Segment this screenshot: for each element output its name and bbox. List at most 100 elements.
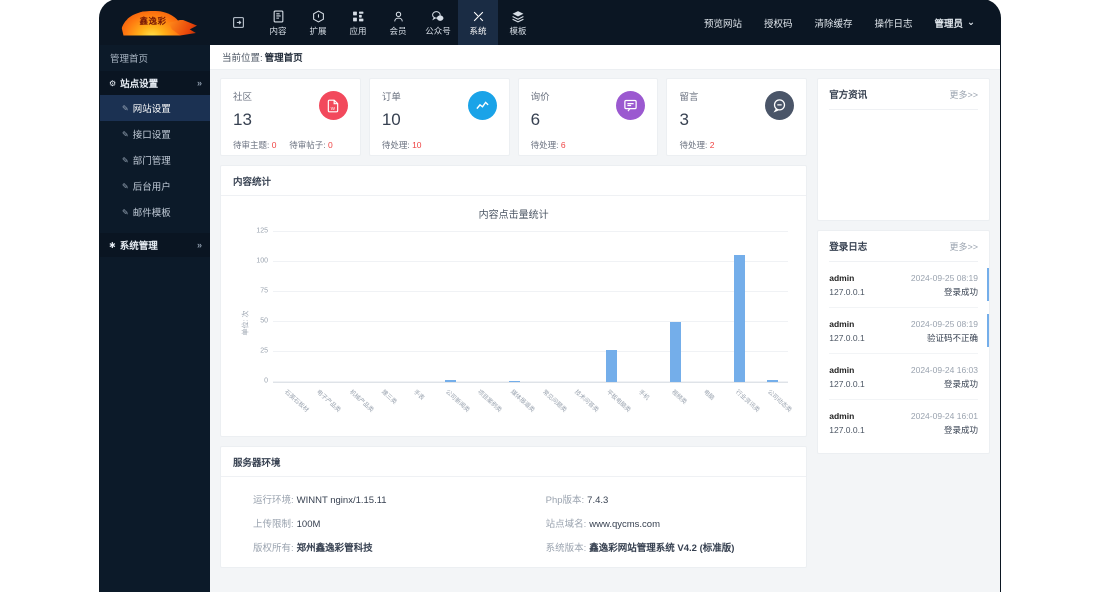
server-env-value: 100M xyxy=(296,519,321,530)
stat-card-orders[interactable]: 订单 10 待处理: 10 xyxy=(368,78,510,156)
nav-item-system[interactable]: 系统 xyxy=(458,0,498,45)
user-menu[interactable]: 管理员 ⌄ xyxy=(924,0,986,45)
preview-site-link[interactable]: 预览网站 xyxy=(693,0,753,45)
login-log-right: 2024-09-25 08:19 验证码不正确 xyxy=(911,317,978,345)
panel-title: 内容统计 xyxy=(233,176,272,188)
stat-card-community[interactable]: 社区 13 待审主题: 0 待审帖子: 0 W xyxy=(220,78,361,156)
login-log-time: 2024-09-25 08:19 xyxy=(910,319,978,329)
sidebar-group-system-management[interactable]: ✱ 系统管理 » xyxy=(100,233,210,257)
breadcrumb-current: 管理首页 xyxy=(264,53,303,64)
nav-item-template[interactable]: 模板 xyxy=(498,0,538,45)
login-log-left: admin 127.0.0.1 xyxy=(829,363,864,391)
click-statistics-chart: 内容点击量统计 单位: 次 0 25 50 75 100 125 石英石板材 电子产品类 机械… xyxy=(221,196,806,436)
chart-x-label-slot: 常见问题类 xyxy=(531,385,567,421)
login-log-user: admin xyxy=(829,273,855,283)
chart-bar[interactable] xyxy=(509,380,521,382)
sidebar-item-label: 部门管理 xyxy=(132,156,171,167)
app-logo[interactable]: 鑫逸彩 xyxy=(100,0,218,45)
login-log-left: admin 127.0.0.1 xyxy=(829,317,864,345)
sidebar-item-website-settings[interactable]: ✎ 网站设置 xyxy=(100,95,210,121)
edit-icon: ✎ xyxy=(122,103,129,113)
nav-item-extension[interactable]: 扩展 xyxy=(298,0,338,45)
server-env-row: 运行环境: WINNT nginx/1.15.11 Php版本: 7.4.3 xyxy=(221,487,806,511)
sidebar-item-department-management[interactable]: ✎ 部门管理 xyxy=(100,147,210,173)
login-log-status: 验证码不正确 xyxy=(926,333,978,343)
chart-bar-slot xyxy=(531,233,563,382)
sidebar-item-mail-template[interactable]: ✎ 邮件模板 xyxy=(100,199,210,225)
chart-bar[interactable] xyxy=(766,379,778,382)
chart-y-tick: 25 xyxy=(260,347,268,355)
breadcrumb: 当前位置: 管理首页 xyxy=(210,45,1000,70)
stat-sub-value-2: 0 xyxy=(327,140,333,150)
gear-icon: ⚙ xyxy=(109,78,117,88)
chart-x-label: 公司动态类 xyxy=(766,389,793,414)
top-nav-items: 内容 扩展 应用 会员 公众号 系统 模板 xyxy=(258,0,538,45)
sidebar-item-label: 接口设置 xyxy=(132,130,171,141)
login-log-right: 2024-09-24 16:01 登录成功 xyxy=(911,409,978,437)
stat-sub-label-2: 待审帖子: xyxy=(289,140,326,150)
chart-x-label: 电脑 xyxy=(701,389,715,402)
nav-item-content[interactable]: 内容 xyxy=(258,0,298,45)
server-env-label: 运行环境: xyxy=(253,495,294,506)
chevron-right-icon: » xyxy=(196,240,202,250)
sidebar-item-backend-users[interactable]: ✎ 后台用户 xyxy=(100,173,210,199)
svg-text:W: W xyxy=(331,106,336,111)
stat-card-inquiry[interactable]: 询价 6 待处理: 6 xyxy=(517,78,659,156)
nav-item-wechat[interactable]: 公众号 xyxy=(418,0,458,45)
sidebar-group-label: 站点设置 xyxy=(120,79,159,90)
license-code-link[interactable]: 授权码 xyxy=(753,0,804,45)
stat-card-messages[interactable]: 留言 3 待处理: 2 xyxy=(666,78,808,156)
chart-bar-slot xyxy=(305,233,337,382)
chart-x-label: 建三类 xyxy=(379,389,398,406)
login-log-row[interactable]: admin 127.0.0.1 2024-09-24 16:03 登录成功 xyxy=(829,354,978,400)
panel-title: 登录日志 xyxy=(829,242,868,253)
logo-text: 鑫逸彩 xyxy=(139,15,167,26)
chart-bar[interactable] xyxy=(605,349,617,382)
more-link[interactable]: 更多>> xyxy=(949,240,978,253)
chart-plot-area: 单位: 次 0 25 50 75 100 125 石英石板材 电子产品类 机械产品类 建三类 手表… xyxy=(231,225,796,421)
login-log-row[interactable]: admin 127.0.0.1 2024-09-25 08:19 登录成功 xyxy=(829,262,989,308)
chart-bar[interactable] xyxy=(670,322,682,382)
chart-x-label-slot: 建三类 xyxy=(370,385,402,421)
sidebar-collapse-button[interactable] xyxy=(218,0,258,45)
chart-x-label-slot: 电脑 xyxy=(692,385,724,421)
main-content: 当前位置: 管理首页 社区 13 待审主题: 0 待审帖子: 0 W 订单 10… xyxy=(210,45,1000,592)
login-log-user: admin xyxy=(829,411,855,421)
server-env-value: 郑州鑫逸彩管科技 xyxy=(296,543,373,554)
stat-sub-value-1: 0 xyxy=(271,140,277,150)
nav-item-member[interactable]: 会员 xyxy=(378,0,418,45)
sidebar-group-label: 系统管理 xyxy=(119,241,158,252)
chart-x-label-slot: 手表 xyxy=(402,385,434,421)
server-env-cell-left: 运行环境: WINNT nginx/1.15.11 xyxy=(221,492,514,506)
stat-sub-value-1: 2 xyxy=(709,140,715,150)
operation-log-link[interactable]: 操作日志 xyxy=(864,0,924,45)
login-log-ip: 127.0.0.1 xyxy=(829,287,865,297)
chart-x-label-slot: 平板电脑类 xyxy=(595,385,631,421)
chart-x-label-slot: 石英石板材 xyxy=(273,385,309,421)
clear-cache-link[interactable]: 清除缓存 xyxy=(803,0,863,45)
more-link[interactable]: 更多>> xyxy=(949,88,978,101)
login-log-ip: 127.0.0.1 xyxy=(829,333,865,343)
server-env-label: 上传限制: xyxy=(253,519,294,530)
chart-bar-slot xyxy=(724,233,756,382)
nav-item-apps[interactable]: 应用 xyxy=(338,0,378,45)
chart-x-label: 视频类 xyxy=(669,389,687,406)
sidebar-group-site-settings[interactable]: ⚙ 站点设置 » xyxy=(100,71,210,95)
login-log-row[interactable]: admin 127.0.0.1 2024-09-24 16:01 登录成功 xyxy=(829,400,978,445)
chart-bar[interactable] xyxy=(444,379,456,382)
server-environment-rows: 运行环境: WINNT nginx/1.15.11 Php版本: 7.4.3 上传限制:… xyxy=(221,477,806,567)
chart-gridline: 125 xyxy=(256,228,789,235)
extension-icon xyxy=(312,9,325,24)
chart-bar[interactable] xyxy=(734,254,746,382)
document-word-icon: W xyxy=(318,91,348,120)
server-env-label: Php版本: xyxy=(545,495,585,506)
chart-y-tick: 100 xyxy=(256,257,268,265)
panel-header: 内容统计 xyxy=(221,166,807,196)
wechat-icon xyxy=(431,9,445,24)
login-log-status: 登录成功 xyxy=(943,379,978,389)
chart-x-label-slot: 手机 xyxy=(627,385,659,421)
stat-subtext: 待处理: 6 xyxy=(531,139,646,151)
sidebar-item-interface-settings[interactable]: ✎ 接口设置 xyxy=(100,121,210,147)
chart-bar-slot xyxy=(659,233,691,382)
login-log-row[interactable]: admin 127.0.0.1 2024-09-25 08:19 验证码不正确 xyxy=(829,308,989,354)
